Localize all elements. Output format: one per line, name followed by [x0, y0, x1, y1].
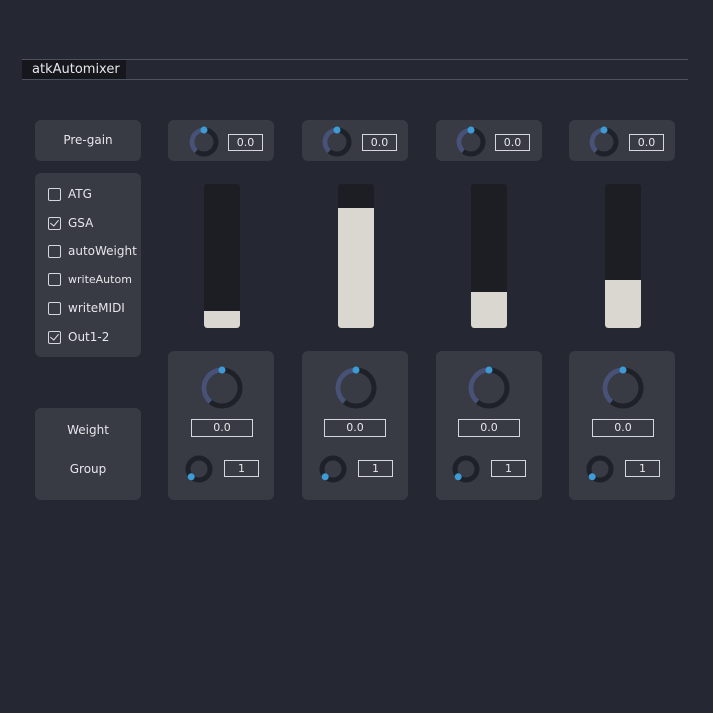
channel-2-group-knob[interactable] [318, 454, 348, 484]
group-label: Group [69, 462, 107, 476]
option-autoweight[interactable]: autoWeight [48, 243, 137, 259]
channel-4-weight-value[interactable]: 0.0 [592, 419, 654, 437]
checkbox-icon[interactable] [48, 301, 61, 315]
option-writemidi-label: writeMIDI [68, 301, 125, 315]
channel-2-weight-value[interactable]: 0.0 [324, 419, 386, 437]
option-gsa[interactable]: GSA [48, 215, 93, 231]
channel-1-group-value[interactable]: 1 [224, 460, 259, 477]
option-autoweight-label: autoWeight [68, 244, 137, 258]
checkbox-icon[interactable] [48, 187, 61, 201]
header-line-bottom [22, 79, 688, 80]
option-out1-2-label: Out1-2 [68, 330, 110, 344]
checkbox-icon[interactable] [48, 272, 61, 286]
channel-3-fader[interactable] [471, 184, 507, 328]
channel-4-pregain-knob[interactable] [588, 126, 620, 158]
channel-3-pregain-value[interactable]: 0.0 [495, 134, 530, 151]
channel-4-group-value[interactable]: 1 [625, 460, 660, 477]
channel-4-fader-fill [605, 280, 641, 328]
channel-2-group-value[interactable]: 1 [358, 460, 393, 477]
option-atg[interactable]: ATG [48, 186, 92, 202]
option-atg-label: ATG [68, 187, 92, 201]
channel-3-weight-value[interactable]: 0.0 [458, 419, 520, 437]
channel-1-weight-value[interactable]: 0.0 [191, 419, 253, 437]
weight-label: Weight [67, 423, 109, 437]
channel-3-group-value[interactable]: 1 [491, 460, 526, 477]
channel-3-group-knob[interactable] [451, 454, 481, 484]
channel-1-group-knob[interactable] [184, 454, 214, 484]
option-gsa-label: GSA [68, 216, 94, 230]
pregain-label-panel: Pre-gain [35, 120, 141, 161]
channel-1-pregain-knob[interactable] [188, 126, 220, 158]
option-writeautom-label: writeAutom [68, 272, 132, 286]
channel-2-pregain-value[interactable]: 0.0 [362, 134, 397, 151]
checkbox-checked-icon[interactable] [48, 330, 61, 344]
option-writeautom[interactable]: writeAutom [48, 271, 132, 287]
channel-4-weight-knob[interactable] [600, 365, 646, 411]
channel-2-fader-fill [338, 208, 374, 328]
channel-4-group-knob[interactable] [585, 454, 615, 484]
checkbox-checked-icon[interactable] [48, 216, 61, 230]
option-out1-2[interactable]: Out1-2 [48, 329, 109, 345]
channel-1-fader[interactable] [204, 184, 240, 328]
weight-group-label-panel: Weight Group [35, 408, 141, 500]
channel-4-fader[interactable] [605, 184, 641, 328]
channel-2-pregain-knob[interactable] [321, 126, 353, 158]
channel-1-weight-knob[interactable] [199, 365, 245, 411]
channel-2-weight-knob[interactable] [333, 365, 379, 411]
option-writemidi[interactable]: writeMIDI [48, 300, 125, 316]
channel-4-pregain-value[interactable]: 0.0 [629, 134, 664, 151]
channel-2-fader[interactable] [338, 184, 374, 328]
window-title: atkAutomixer [22, 60, 126, 79]
channel-3-fader-fill [471, 292, 507, 328]
checkbox-icon[interactable] [48, 244, 61, 258]
channel-1-fader-fill [204, 310, 240, 328]
pregain-label: Pre-gain [63, 133, 113, 147]
channel-1-pregain-value[interactable]: 0.0 [228, 134, 263, 151]
channel-3-weight-knob[interactable] [466, 365, 512, 411]
channel-3-pregain-knob[interactable] [455, 126, 487, 158]
